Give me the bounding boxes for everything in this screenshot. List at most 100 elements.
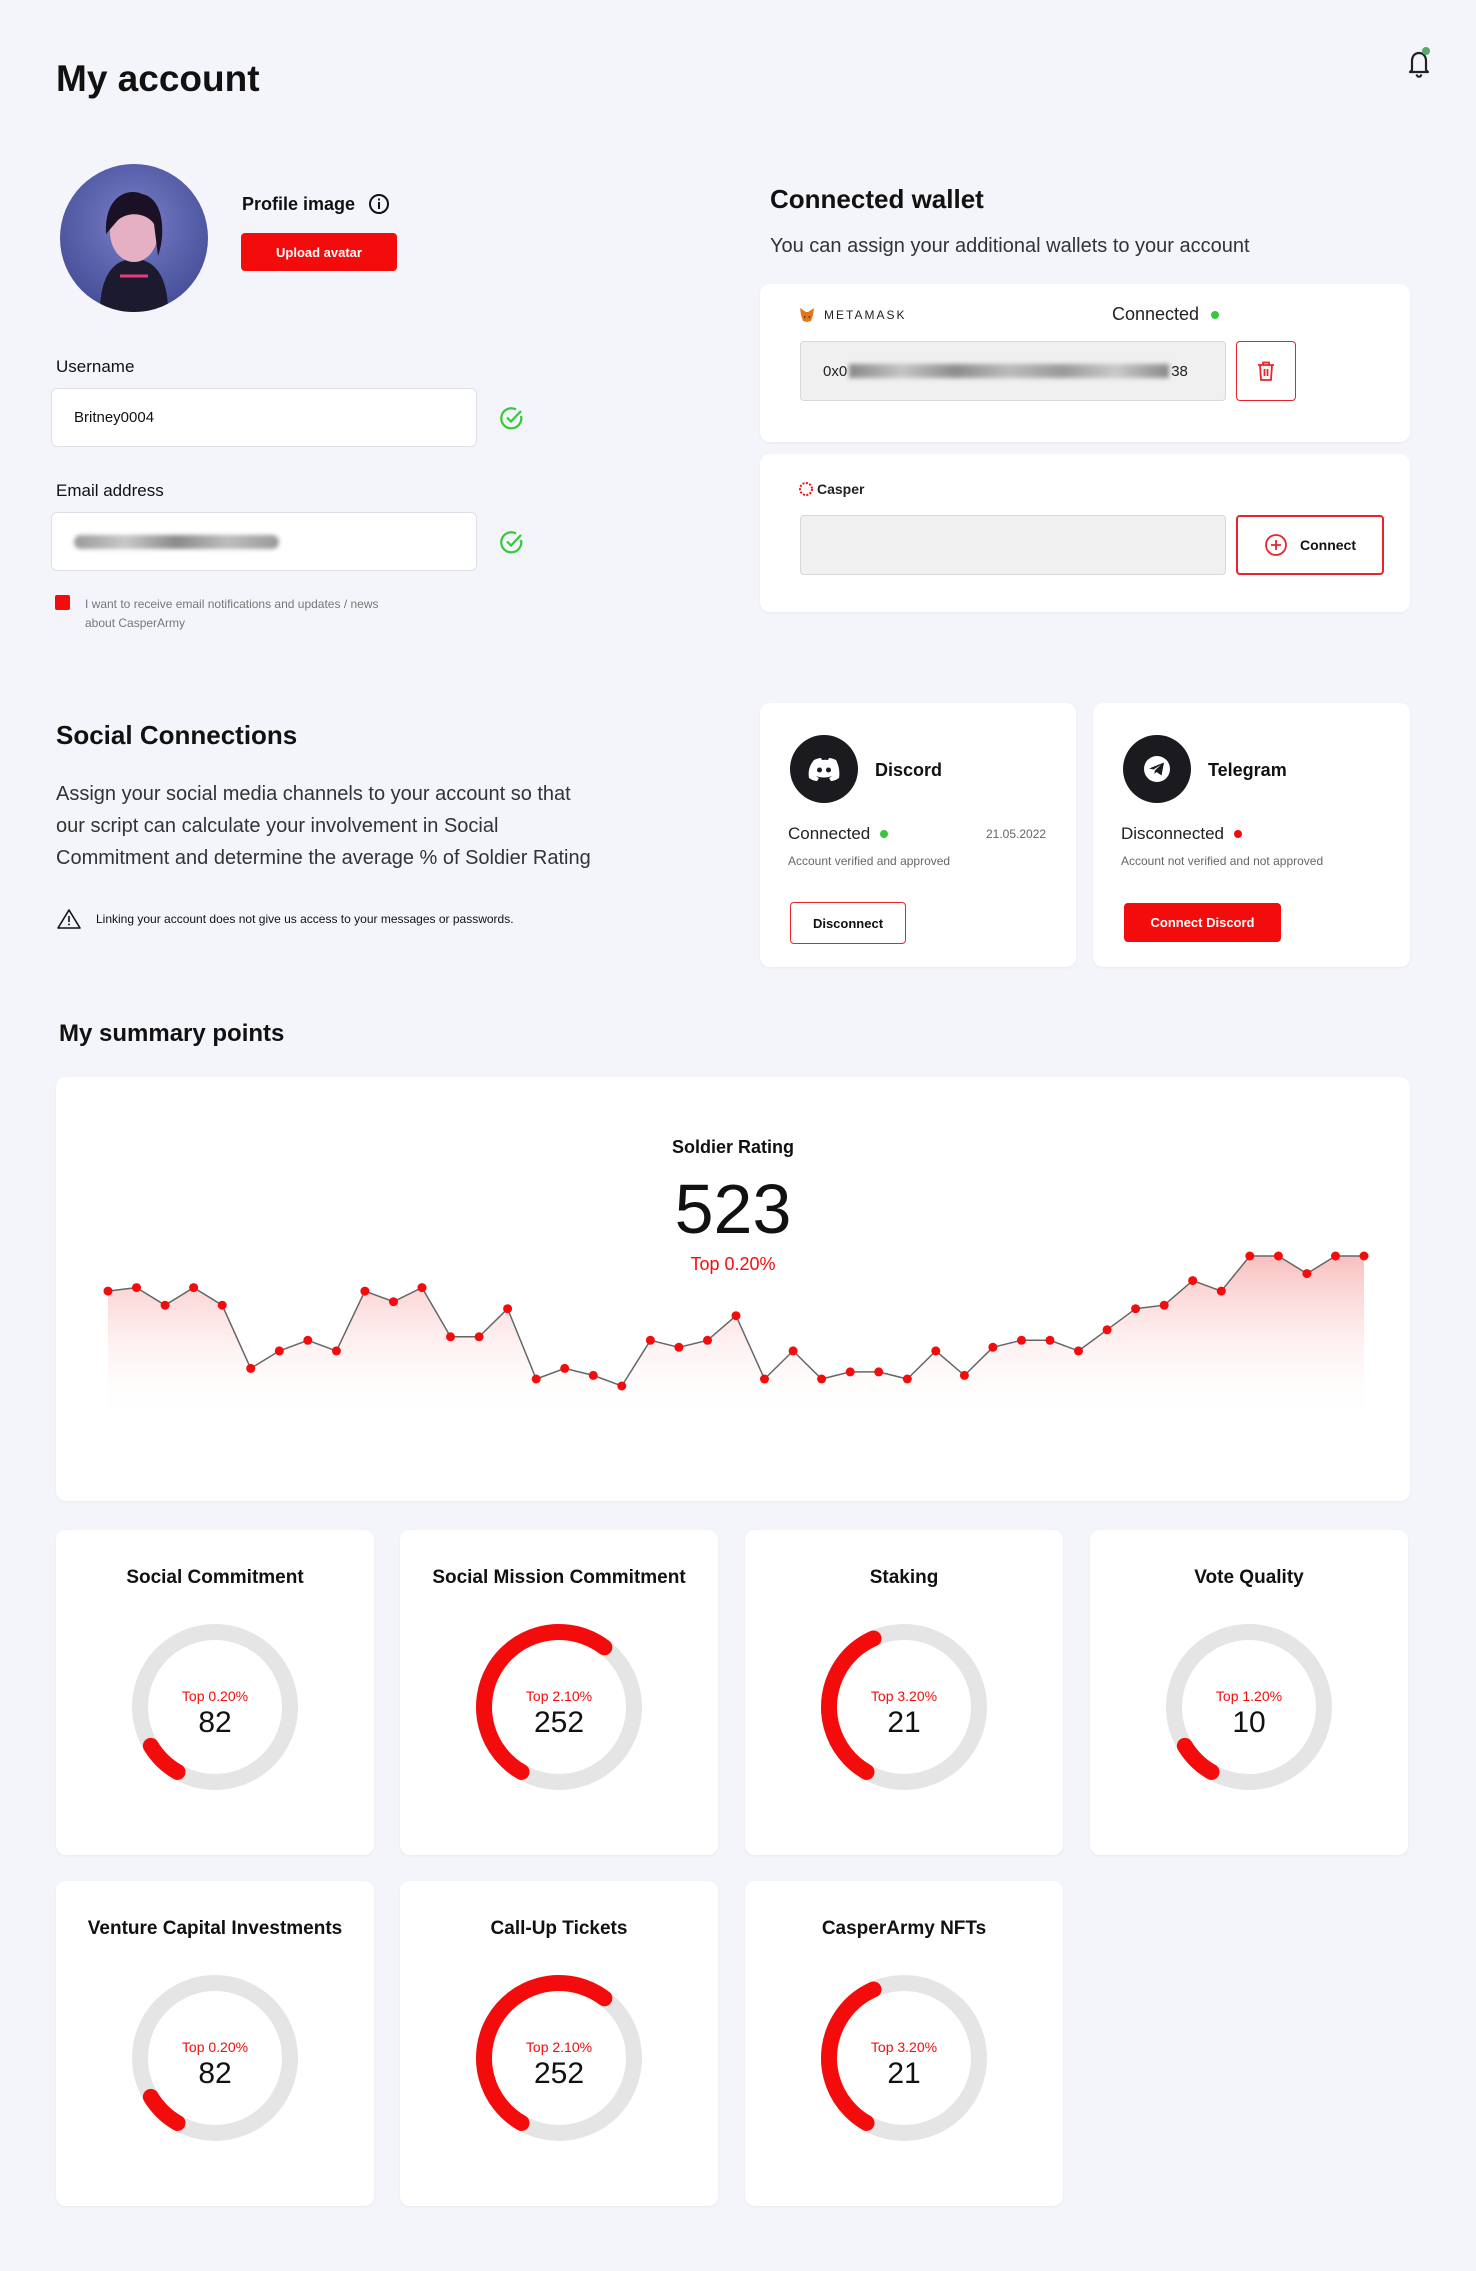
discord-icon <box>790 735 858 803</box>
chart-point <box>731 1311 741 1321</box>
email-input[interactable] <box>51 512 477 571</box>
email-redacted-blur <box>74 534 279 549</box>
metric-top: Top 0.20% <box>181 1688 249 1704</box>
metric-top: Top 0.20% <box>181 2039 249 2055</box>
chart-point <box>1245 1251 1255 1261</box>
chart-point <box>132 1283 141 1293</box>
metric-top: Top 3.20% <box>870 2039 938 2055</box>
chart-point <box>1359 1251 1369 1261</box>
chart-point <box>674 1342 684 1352</box>
chart-point <box>1302 1269 1312 1279</box>
username-input[interactable]: Britney0004 <box>51 388 477 447</box>
info-icon[interactable] <box>368 193 390 215</box>
chart-point <box>703 1335 712 1345</box>
chart-point <box>817 1374 827 1384</box>
notification-bell-icon[interactable] <box>1404 46 1434 80</box>
metric-card: Social Commitment Top 0.20% 82 <box>56 1530 374 1855</box>
metamask-wallet-card: METAMASK Connected 0x0 38 <box>760 284 1410 442</box>
chart-point <box>303 1335 313 1345</box>
chart-point <box>1074 1346 1083 1356</box>
chart-point <box>1188 1276 1198 1286</box>
metric-card: Call-Up Tickets Top 2.10% 252 <box>400 1881 718 2206</box>
delete-wallet-button[interactable] <box>1236 341 1296 401</box>
connect-casper-button[interactable]: Connect <box>1236 515 1384 575</box>
metric-value: 82 <box>198 2057 232 2090</box>
metamask-fox-icon <box>800 308 814 322</box>
upload-avatar-button[interactable]: Upload avatar <box>241 233 397 271</box>
metric-title: Venture Capital Investments <box>87 1918 343 1939</box>
casper-brand: Casper <box>798 481 864 497</box>
email-label: Email address <box>56 481 164 500</box>
metric-top: Top 2.10% <box>525 1688 593 1704</box>
chart-point <box>959 1370 969 1380</box>
chart-point <box>931 1346 941 1356</box>
warning-icon <box>57 909 81 929</box>
chart-area-fill <box>108 1256 1364 1422</box>
chart-point <box>274 1346 284 1356</box>
chart-point <box>246 1363 256 1373</box>
telegram-icon <box>1123 735 1191 803</box>
discord-status: Connected <box>788 824 889 844</box>
chart-point <box>503 1304 513 1314</box>
notify-text: I want to receive email notifications an… <box>85 597 379 630</box>
metric-title: Social Mission Commitment <box>432 1567 686 1588</box>
chart-point <box>417 1283 427 1293</box>
trash-icon <box>1258 361 1274 381</box>
metric-title: Call-Up Tickets <box>490 1918 628 1939</box>
chart-point <box>331 1346 341 1356</box>
chart-point <box>389 1297 398 1307</box>
metamask-brand: METAMASK <box>798 306 906 324</box>
chart-point <box>446 1332 455 1342</box>
soldier-rating-chart <box>103 1251 1369 1422</box>
chart-point <box>845 1367 855 1377</box>
casper-logo-icon <box>799 482 813 496</box>
wallet-title: Connected wallet <box>770 184 984 214</box>
chart-point <box>1331 1251 1340 1261</box>
metric-value: 252 <box>533 2057 585 2090</box>
chart-point <box>1102 1325 1112 1335</box>
telegram-name: Telegram <box>1208 760 1287 780</box>
chart-point <box>874 1367 884 1377</box>
metric-title: CasperArmy NFTs <box>821 1918 987 1939</box>
status-dot-green <box>1211 310 1220 319</box>
summary-title: My summary points <box>59 1020 285 1047</box>
social-description: Assign your social media channels to you… <box>56 783 591 869</box>
discord-card: Discord Connected 21.05.2022 Account ver… <box>760 703 1076 967</box>
chart-point <box>360 1286 370 1296</box>
chart-point <box>1045 1335 1055 1345</box>
notify-checkbox[interactable] <box>55 595 70 610</box>
username-valid-check-icon <box>499 405 525 431</box>
privacy-warning: Linking your account does not give us ac… <box>56 908 514 930</box>
page-title: My account <box>56 58 260 99</box>
connect-telegram-button[interactable]: Connect Discord <box>1124 903 1281 942</box>
disconnect-discord-button[interactable]: Disconnect <box>790 902 906 944</box>
chart-point <box>217 1300 227 1310</box>
metamask-address-field[interactable]: 0x0 38 <box>800 341 1226 401</box>
metric-top: Top 3.20% <box>870 1688 938 1704</box>
metric-card: CasperArmy NFTs Top 3.20% 21 <box>745 1881 1063 2206</box>
casper-address-field[interactable] <box>800 515 1226 575</box>
chart-point <box>988 1342 998 1352</box>
metric-card: Social Mission Commitment Top 2.10% 252 <box>400 1530 718 1855</box>
chart-point <box>189 1283 199 1293</box>
metric-value: 21 <box>887 2057 921 2090</box>
social-title: Social Connections <box>56 720 298 750</box>
metric-card: Venture Capital Investments Top 0.20% 82 <box>56 1881 374 2206</box>
telegram-status: Disconnected <box>1121 824 1243 844</box>
profile-image-label: Profile image <box>242 194 356 214</box>
chart-point <box>103 1286 113 1296</box>
chart-point <box>1159 1300 1169 1310</box>
username-label: Username <box>56 357 135 376</box>
chart-point <box>1131 1304 1141 1314</box>
metric-value: 10 <box>1232 1706 1266 1739</box>
metric-top: Top 2.10% <box>525 2039 593 2055</box>
wallet-subtitle: You can assign your additional wallets t… <box>770 235 1250 257</box>
metric-value: 82 <box>198 1706 232 1739</box>
discord-name: Discord <box>875 760 943 780</box>
metric-top: Top 1.20% <box>1215 1688 1283 1704</box>
plus-circle-icon <box>1265 534 1287 556</box>
discord-date: 21.05.2022 <box>986 827 1047 841</box>
metric-title: Vote Quality <box>1194 1567 1304 1588</box>
metric-card: Vote Quality Top 1.20% 10 <box>1090 1530 1408 1855</box>
metric-card: Staking Top 3.20% 21 <box>745 1530 1063 1855</box>
